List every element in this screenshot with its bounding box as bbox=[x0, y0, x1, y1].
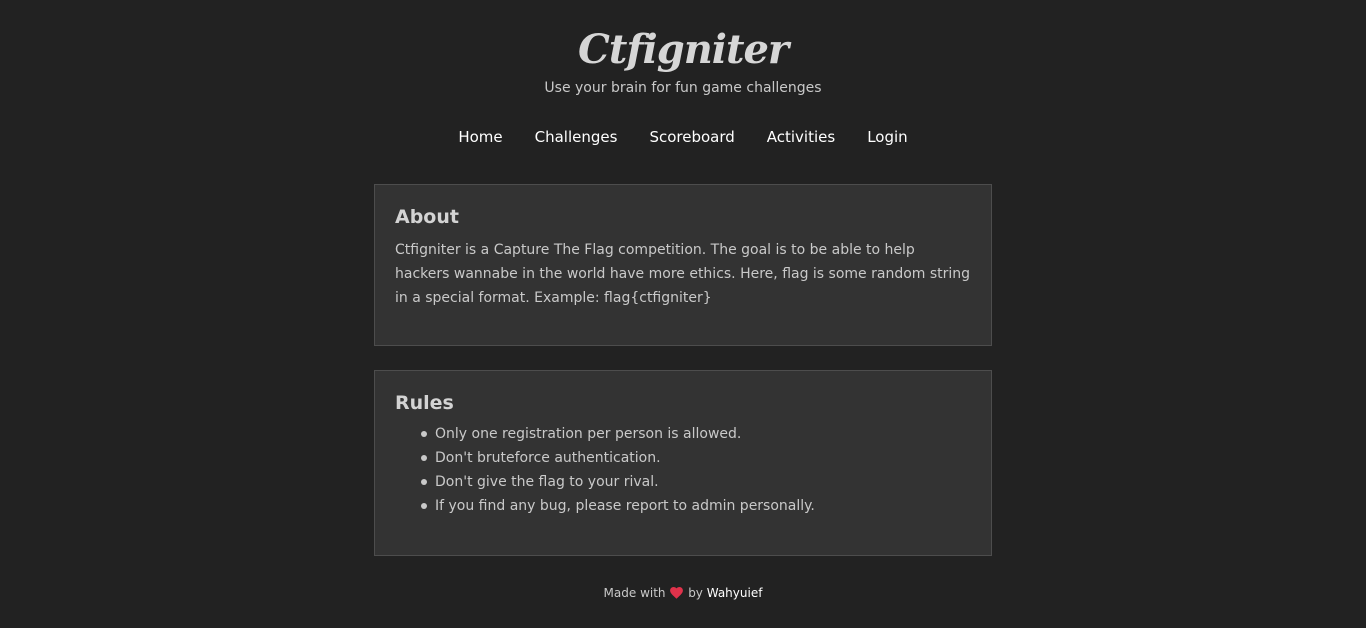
rule-item: If you find any bug, please report to ad… bbox=[421, 494, 971, 518]
rule-item: Don't bruteforce authentication. bbox=[421, 446, 971, 470]
rules-title: Rules bbox=[395, 392, 454, 414]
heart-icon-svg bbox=[670, 587, 684, 599]
rules-card: Rules Only one registration per person i… bbox=[374, 370, 992, 556]
footer-by: by bbox=[688, 586, 703, 600]
nav-login-link[interactable]: Login bbox=[867, 127, 907, 147]
rules-list: Only one registration per person is allo… bbox=[395, 422, 971, 518]
main-nav: Home Challenges Scoreboard Activities Lo… bbox=[0, 127, 1366, 147]
bullet-icon bbox=[421, 479, 427, 485]
bullet-icon bbox=[421, 503, 427, 509]
about-card: About Ctfigniter is a Capture The Flag c… bbox=[374, 184, 992, 346]
nav-scoreboard-link[interactable]: Scoreboard bbox=[649, 127, 734, 147]
nav-challenges-link[interactable]: Challenges bbox=[535, 127, 618, 147]
bullet-icon bbox=[421, 431, 427, 437]
nav-activities-link[interactable]: Activities bbox=[767, 127, 835, 147]
site-footer: Made with by Wahyuief bbox=[0, 584, 1366, 604]
nav-home-link[interactable]: Home bbox=[458, 127, 502, 147]
site-header: Ctfigniter Use your brain for fun game c… bbox=[0, 0, 1366, 147]
rule-text: Don't bruteforce authentication. bbox=[435, 450, 661, 466]
bullet-icon bbox=[421, 455, 427, 461]
site-title: Ctfigniter bbox=[578, 26, 789, 73]
author-link[interactable]: Wahyuief bbox=[707, 586, 763, 600]
site-tagline: Use your brain for fun game challenges bbox=[544, 80, 822, 96]
rule-item: Only one registration per person is allo… bbox=[421, 422, 971, 446]
footer-made-with: Made with bbox=[603, 586, 666, 600]
rule-text: Don't give the flag to your rival. bbox=[435, 474, 659, 490]
heart-icon bbox=[670, 586, 684, 604]
rule-text: If you find any bug, please report to ad… bbox=[435, 498, 815, 514]
about-text: Ctfigniter is a Capture The Flag competi… bbox=[395, 242, 971, 306]
rule-item: Don't give the flag to your rival. bbox=[421, 470, 971, 494]
rule-text: Only one registration per person is allo… bbox=[435, 426, 742, 442]
about-title: About bbox=[395, 206, 459, 228]
